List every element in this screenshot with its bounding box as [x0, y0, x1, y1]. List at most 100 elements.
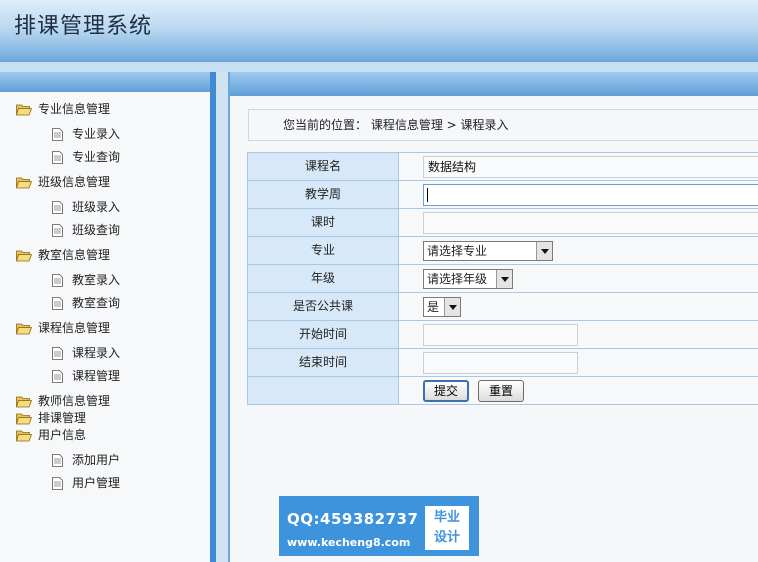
form-row-public-course: 是否公共课 是 — [247, 293, 758, 321]
sidebar-item-label: 添加用户 — [72, 453, 121, 467]
breadcrumb-prefix: 您当前的位置： — [283, 118, 368, 132]
document-icon — [52, 370, 63, 388]
folder-open-icon — [15, 176, 33, 194]
document-icon — [52, 297, 63, 315]
form-value-cell — [399, 349, 758, 376]
form-value-cell: 请选择年级 — [399, 265, 758, 292]
folder-open-icon — [15, 249, 33, 267]
folder-open-icon — [15, 429, 33, 447]
text-caret — [427, 188, 428, 202]
sidebar-item-label: 课程管理 — [72, 369, 121, 383]
form-label: 是否公共课 — [247, 293, 399, 320]
form-label: 教学周 — [247, 181, 399, 208]
breadcrumb-path: 课程信息管理 > 课程录入 — [370, 118, 509, 132]
folder-open-icon — [15, 322, 33, 340]
form-row-class-hours: 课时 — [247, 209, 758, 237]
sidebar-group-major[interactable]: 专业信息管理 — [15, 100, 111, 121]
form-label: 结束时间 — [247, 349, 399, 376]
sidebar-group-course[interactable]: 课程信息管理 — [15, 319, 110, 340]
sidebar-cap — [0, 72, 210, 92]
sidebar-item-course-manage[interactable]: 课程管理 — [52, 367, 120, 385]
header-band — [0, 62, 758, 72]
start-time-input[interactable] — [423, 324, 578, 346]
sidebar-item-major-add[interactable]: 专业录入 — [52, 125, 120, 143]
sidebar-group-label: 用户信息 — [38, 428, 87, 442]
document-icon — [52, 477, 63, 495]
sidebar-group-label: 教室信息管理 — [38, 248, 111, 262]
sidebar-group-label: 教师信息管理 — [38, 394, 111, 408]
sidebar-group-classroom[interactable]: 教室信息管理 — [15, 246, 111, 267]
main-panel: 您当前的位置： 课程信息管理 > 课程录入 课程名 数据结构 教学周 课时 专业… — [228, 72, 758, 562]
form-value-cell: 数据结构 — [399, 153, 758, 180]
watermark-badge-line1: 毕业 — [433, 510, 460, 525]
form-row-actions: 提交 重置 — [247, 377, 758, 405]
document-icon — [52, 454, 63, 472]
form-label: 专业 — [247, 237, 399, 264]
select-value: 请选择年级 — [427, 272, 488, 286]
public-course-select[interactable]: 是 — [423, 297, 461, 317]
form-value-cell — [399, 181, 758, 239]
form-label: 课时 — [247, 209, 399, 236]
watermark-badge-line2: 设计 — [433, 530, 460, 545]
sidebar-item-classroom-add[interactable]: 教室录入 — [52, 271, 120, 289]
form-label-empty — [247, 377, 399, 404]
end-time-input[interactable] — [423, 352, 578, 374]
document-icon — [52, 274, 63, 292]
sidebar-item-course-add[interactable]: 课程录入 — [52, 344, 120, 362]
sidebar-item-class-add[interactable]: 班级录入 — [52, 198, 120, 216]
sidebar-item-label: 教室查询 — [72, 296, 121, 310]
form-label: 开始时间 — [247, 321, 399, 348]
watermark-qq: QQ:459382737 — [287, 510, 419, 528]
app-title: 排课管理系统 — [14, 14, 153, 39]
sidebar-item-label: 专业录入 — [72, 127, 121, 141]
sidebar-group-teacher[interactable]: 教师信息管理 — [15, 392, 111, 410]
class-hours-input[interactable] — [423, 212, 758, 234]
sidebar-item-label: 班级录入 — [72, 200, 121, 214]
sidebar-item-user-manage[interactable]: 用户管理 — [52, 474, 120, 492]
main-cap — [230, 72, 758, 96]
form-value-cell: 是 — [399, 293, 758, 320]
sidebar-item-classroom-query[interactable]: 教室查询 — [52, 294, 120, 312]
sidebar: 专业信息管理 专业录入 专业查询 班级信息管理 班级录入 班级查询 教室信息管理… — [0, 72, 216, 562]
sidebar-item-user-add[interactable]: 添加用户 — [52, 451, 120, 469]
sidebar-item-class-query[interactable]: 班级查询 — [52, 221, 120, 239]
sidebar-group-label: 专业信息管理 — [38, 102, 111, 116]
document-icon — [52, 151, 63, 169]
folder-open-icon — [15, 103, 33, 121]
teaching-week-input[interactable] — [423, 184, 758, 206]
chevron-down-icon[interactable] — [536, 242, 552, 260]
submit-button[interactable]: 提交 — [423, 380, 469, 402]
select-value: 请选择专业 — [427, 244, 488, 258]
sidebar-item-label: 专业查询 — [72, 150, 121, 164]
sidebar-item-label: 用户管理 — [72, 476, 121, 490]
course-entry-form: 课程名 数据结构 教学周 课时 专业 请选择专业 年级 请选择年级 是否公共课 … — [247, 152, 758, 405]
sidebar-item-label: 教室录入 — [72, 273, 121, 287]
sidebar-group-class[interactable]: 班级信息管理 — [15, 173, 111, 194]
sidebar-group-user[interactable]: 用户信息 — [15, 426, 87, 447]
form-row-grade: 年级 请选择年级 — [247, 265, 758, 293]
form-label: 年级 — [247, 265, 399, 292]
form-row-course-name: 课程名 数据结构 — [247, 153, 758, 181]
course-name-input[interactable]: 数据结构 — [423, 156, 758, 178]
sidebar-item-label: 班级查询 — [72, 223, 121, 237]
form-label: 课程名 — [247, 153, 399, 180]
document-icon — [52, 224, 63, 242]
major-select[interactable]: 请选择专业 — [423, 241, 553, 261]
chevron-down-icon[interactable] — [444, 298, 460, 316]
watermark-badge: 毕业 设计 — [425, 506, 469, 550]
reset-button[interactable]: 重置 — [478, 380, 524, 402]
app-header: 排课管理系统 — [0, 0, 758, 62]
grade-select[interactable]: 请选择年级 — [423, 269, 513, 289]
form-row-start-time: 开始时间 — [247, 321, 758, 349]
watermark-banner: QQ:459382737 www.kecheng8.com 毕业 设计 — [279, 496, 479, 556]
sidebar-item-label: 课程录入 — [72, 346, 121, 360]
chevron-down-icon[interactable] — [496, 270, 512, 288]
form-value-cell: 提交 重置 — [399, 377, 758, 404]
sidebar-item-major-query[interactable]: 专业查询 — [52, 148, 120, 166]
document-icon — [52, 347, 63, 365]
sidebar-group-label: 排课管理 — [38, 411, 87, 425]
sidebar-group-schedule[interactable]: 排课管理 — [15, 409, 87, 427]
form-row-teaching-week: 教学周 — [247, 181, 758, 239]
sidebar-group-label: 班级信息管理 — [38, 175, 111, 189]
form-value-cell: 请选择专业 — [399, 237, 758, 264]
